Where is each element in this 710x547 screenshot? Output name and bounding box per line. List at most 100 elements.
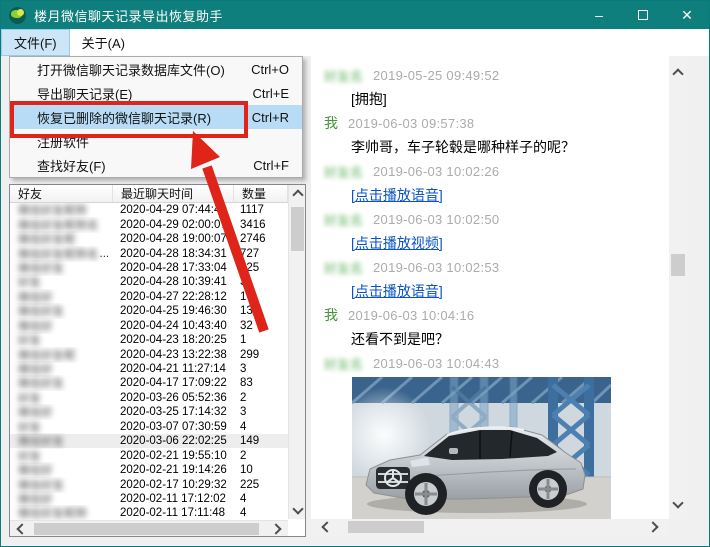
play-media-link[interactable]: [点击播放视频] (324, 233, 443, 253)
menu-item-label: 恢复已删除的微信聊天记录(R) (37, 110, 212, 126)
column-header-friend[interactable]: 好友 (10, 185, 113, 202)
menu-item-label: 导出聊天记录(E) (37, 86, 133, 102)
last-chat-time-cell: 2020-02-17 10:29:32 (120, 478, 227, 491)
menu-item-3[interactable]: 恢复已删除的微信聊天记录(R) Ctrl+R (10, 105, 302, 129)
chat-timestamp: 2019-06-03 10:02:53 (373, 259, 500, 275)
chat-message-media: [点击播放语音] (324, 279, 669, 303)
menubar-item-about[interactable]: 关于(A) (70, 29, 137, 56)
friends-table: 好友 最近聊天时间 数量 微信好友昵称 2020-04-29 07:44:49 11… (9, 184, 306, 537)
table-row[interactable]: 微信好友 2020-02-17 10:29:32 225 (10, 477, 288, 492)
menubar-item-file[interactable]: 文件(F) (1, 29, 70, 56)
maximize-button[interactable] (621, 1, 665, 29)
chat-message-header: 好友名 2019-06-03 10:02:26 (324, 159, 669, 183)
last-chat-time-cell: 2020-03-25 17:14:32 (120, 406, 227, 419)
play-media-link[interactable]: [点击播放语音] (324, 281, 443, 301)
table-header: 好友 最近聊天时间 数量 (10, 185, 288, 203)
message-count-cell: 727 (240, 247, 260, 260)
message-count-cell: 1 (240, 290, 247, 303)
chat-vscroll-thumb[interactable] (671, 254, 685, 276)
message-count-cell: 83 (240, 377, 253, 390)
close-button[interactable]: ✕ (665, 1, 709, 29)
chat-message-header: 好友名 2019-05-25 09:49:52 (324, 63, 669, 87)
table-body: 微信好友昵称 2020-04-29 07:44:49 1117 微信好友昵称名 2020… (10, 203, 288, 521)
table-row[interactable]: 好友 2020-03-26 05:52:36 2 (10, 391, 288, 405)
last-chat-time-cell: 2020-04-28 17:33:04 (120, 261, 227, 274)
message-count-cell: 1 (240, 334, 247, 347)
scroll-right-icon[interactable] (268, 521, 284, 536)
table-hscroll-thumb[interactable] (34, 523, 259, 535)
table-row[interactable]: 微信好友昵称名... 2020-04-28 18:34:31 727 (10, 246, 288, 261)
table-vscroll-thumb[interactable] (291, 207, 304, 251)
scroll-down-icon[interactable] (289, 501, 305, 517)
scroll-left-icon[interactable] (14, 521, 30, 536)
menu-item-2[interactable]: 导出聊天记录(E) Ctrl+E (10, 81, 302, 105)
message-count-cell: 299 (240, 348, 260, 361)
table-row[interactable]: 微信好友昵 2020-04-28 19:00:07 2746 (10, 232, 288, 246)
menu-item-1[interactable]: 打开微信聊天记录数据库文件(O) Ctrl+O (10, 57, 302, 81)
message-count-cell: 3 (240, 406, 247, 419)
chat-photo-car[interactable] (352, 377, 611, 519)
last-chat-time-cell: 2020-03-06 22:02:25 (120, 435, 227, 448)
last-chat-time-cell: 2020-04-28 18:34:31 (120, 247, 227, 260)
chat-message-header: 好友名 2019-06-03 10:04:43 (324, 351, 669, 375)
chat-horizontal-scrollbar[interactable] (311, 519, 669, 536)
table-row[interactable]: 微信好 2020-02-21 19:14:26 10 (10, 463, 288, 477)
table-row[interactable]: 微信好 2020-03-25 17:14:32 3 (10, 405, 288, 419)
table-row[interactable]: 微信好友 2020-04-17 17:09:22 83 (10, 376, 288, 390)
table-row[interactable]: 微信好 2020-04-24 10:43:40 32 (10, 319, 288, 333)
chat-message-text: 李帅哥，车子轮毂是哪种样子的呢？ (351, 139, 575, 155)
table-row[interactable]: 好友 2020-03-07 07:30:59 4 (10, 420, 288, 434)
menu-bar: 文件(F) 关于(A) (1, 29, 709, 56)
table-row[interactable]: 微信好友 2020-04-25 19:46:30 137 (10, 304, 288, 318)
table-row[interactable]: 微信好友昵称名 2020-04-29 02:00:07 3416 (10, 217, 288, 232)
play-media-link[interactable]: [点击播放语音] (324, 185, 443, 205)
table-row[interactable]: 好友 2020-04-28 10:39:41 3 (10, 275, 288, 289)
message-count-cell: 4 (240, 492, 247, 505)
menu-item-4[interactable]: 注册软件 (10, 129, 302, 153)
chat-sender-me: 我 (324, 115, 338, 131)
scroll-down-icon[interactable] (669, 495, 687, 511)
last-chat-time-cell: 2020-02-21 19:55:10 (120, 449, 227, 462)
message-count-cell: 3 (240, 363, 247, 376)
message-count-cell: 4 (240, 507, 247, 520)
column-header-last-chat-time[interactable]: 最近聊天时间 (113, 185, 234, 202)
chat-message-media: [点击播放语音] (324, 183, 669, 207)
friend-name-redacted: 微信好友昵称 (18, 508, 87, 521)
scroll-left-icon[interactable] (319, 519, 335, 535)
chat-timestamp: 2019-06-03 09:57:38 (348, 115, 475, 131)
last-chat-time-cell: 2020-04-25 19:46:30 (120, 305, 227, 318)
last-chat-time-cell: 2020-04-29 02:00:07 (120, 218, 227, 231)
message-count-cell: 2 (240, 449, 247, 462)
file-menu-dropdown: 打开微信聊天记录数据库文件(O) Ctrl+O 导出聊天记录(E) Ctrl+E 恢复已… (9, 56, 303, 178)
table-horizontal-scrollbar[interactable] (10, 520, 288, 536)
chat-sender-friend-redacted: 好友名 (324, 260, 364, 276)
table-row[interactable]: 好友 2020-04-23 18:20:25 1 (10, 333, 288, 347)
table-row[interactable]: 好友 2020-02-21 19:55:10 2 (10, 448, 288, 463)
chat-hscroll-thumb[interactable] (348, 521, 424, 533)
menu-item-label: 查找好友(F) (37, 158, 106, 174)
column-header-count[interactable]: 数量 (234, 185, 288, 202)
menu-item-5[interactable]: 查找好友(F) Ctrl+F (10, 153, 302, 177)
table-row[interactable]: 微信好友 2020-04-28 17:33:04 325 (10, 261, 288, 275)
last-chat-time-cell: 2020-04-29 07:44:49 (120, 204, 227, 217)
last-chat-time-cell: 2020-04-28 10:39:41 (120, 276, 227, 289)
last-chat-time-cell: 2020-04-23 18:20:25 (120, 334, 227, 347)
table-row[interactable]: 微信好友 2020-03-06 22:02:25 149 (10, 434, 288, 449)
menu-item-shortcut: Ctrl+E (252, 85, 289, 101)
chat-vertical-scrollbar[interactable] (669, 56, 687, 519)
table-row[interactable]: 微信好友昵称 2020-02-11 17:11:48 4 (10, 506, 288, 520)
message-count-cell: 2746 (240, 233, 266, 246)
minimize-button[interactable]: – (577, 1, 621, 29)
table-vertical-scrollbar[interactable] (288, 185, 305, 519)
chat-timestamp: 2019-06-03 10:04:16 (348, 307, 475, 323)
table-row[interactable]: 微信好 2020-04-21 11:27:14 3 (10, 362, 288, 376)
table-row[interactable]: 微信好友昵称 2020-04-29 07:44:49 1117 (10, 203, 288, 217)
last-chat-time-cell: 2020-02-11 17:11:48 (120, 507, 226, 520)
menu-item-shortcut: Ctrl+R (251, 109, 289, 125)
scroll-up-icon[interactable] (669, 66, 687, 82)
table-row[interactable]: 微信好友昵 2020-04-23 13:22:38 299 (10, 347, 288, 362)
table-row[interactable]: 微信好 2020-04-27 22:28:12 1 (10, 290, 288, 304)
scroll-right-icon[interactable] (645, 519, 661, 535)
table-row[interactable]: 微信好 2020-02-11 17:12:02 4 (10, 492, 288, 506)
scroll-up-icon[interactable] (289, 187, 305, 203)
